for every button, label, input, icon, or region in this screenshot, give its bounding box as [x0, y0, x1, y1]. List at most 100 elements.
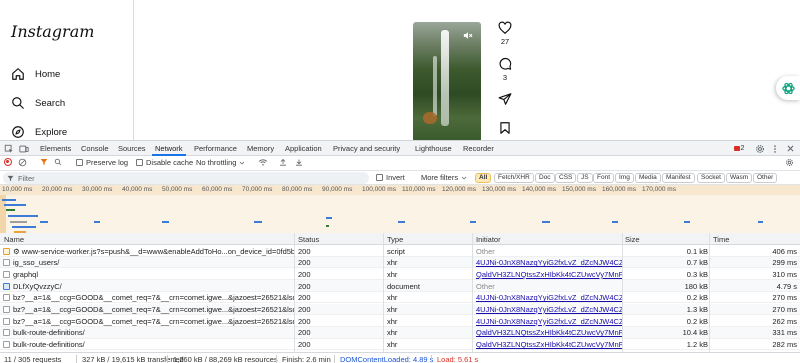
- mute-icon[interactable]: [462, 30, 473, 41]
- request-initiator[interactable]: QaldVH3ZLNQtssZxHIbKk4tCZUwcVy7MnF0Y: [476, 340, 622, 349]
- tab-recorder[interactable]: Recorder: [463, 144, 494, 153]
- invert-checkbox[interactable]: Invert: [376, 173, 405, 182]
- more-filters-dropdown[interactable]: More filters: [421, 173, 467, 182]
- preserve-log-checkbox[interactable]: Preserve log: [76, 158, 128, 167]
- column-divider[interactable]: [622, 233, 623, 352]
- column-divider[interactable]: [294, 233, 295, 352]
- tab-elements[interactable]: Elements: [40, 144, 71, 153]
- tab-network[interactable]: Network: [155, 144, 183, 153]
- overview-tick-label: 160,000 ms: [602, 186, 636, 193]
- chatgpt-extension-button[interactable]: [776, 76, 800, 100]
- nav-explore[interactable]: Explore: [11, 125, 67, 139]
- tab-application[interactable]: Application: [285, 144, 322, 153]
- column-divider[interactable]: [383, 233, 384, 352]
- device-toolbar-icon[interactable]: [18, 143, 29, 154]
- chip-img[interactable]: Img: [615, 173, 634, 183]
- tab-lighthouse[interactable]: Lighthouse: [415, 144, 452, 153]
- checkbox-box: [76, 159, 83, 166]
- table-row[interactable]: ig_sso_users/200 xhr 4UJNi-0JnX8NazqYyiG2f…: [0, 256, 800, 269]
- request-type: xhr: [387, 293, 398, 303]
- request-name[interactable]: graphql: [13, 270, 295, 279]
- request-initiator[interactable]: QaldVH3ZLNQtssZxHIbKk4tCZUwcVy7MnF0Y: [476, 270, 622, 279]
- request-name[interactable]: bulk-route-definitions/: [13, 340, 295, 349]
- request-name[interactable]: ig_sso_users/: [13, 258, 295, 267]
- load-time: Load: 5.61 s: [437, 355, 479, 363]
- chip-fetch-xhr[interactable]: Fetch/XHR: [494, 173, 534, 183]
- table-row[interactable]: bulk-route-definitions/200 xhr QaldVH3ZLNQ…: [0, 326, 800, 339]
- instagram-logo[interactable]: Instagram: [11, 22, 94, 41]
- request-type: xhr: [387, 258, 398, 268]
- inspect-element-icon[interactable]: [3, 143, 14, 154]
- search-network-button[interactable]: [54, 158, 62, 166]
- column-time[interactable]: Time: [713, 235, 729, 244]
- tab-sources[interactable]: Sources: [118, 144, 146, 153]
- request-initiator[interactable]: 4UJNi-0JnX8NazqYyiG2fxLvZ_dZcNJW4CZuE: [476, 305, 622, 314]
- column-status[interactable]: Status: [298, 235, 319, 244]
- chip-media[interactable]: Media: [635, 173, 661, 183]
- request-name[interactable]: bz?__a=1&__ccg=GOOD&__comet_req=7&__crn=…: [13, 317, 295, 326]
- overview-tick-label: 10,000 ms: [2, 186, 33, 193]
- overview-bar: [2, 199, 16, 201]
- table-row[interactable]: ⚙ www-service-worker.js?s=push&__d=www&e…: [0, 245, 800, 257]
- filter-input[interactable]: Filter: [3, 172, 369, 184]
- file-type-icon: [3, 294, 10, 302]
- disable-cache-checkbox[interactable]: Disable cache: [136, 158, 193, 167]
- column-initiator[interactable]: Initiator: [476, 235, 501, 244]
- save-action[interactable]: [497, 121, 513, 137]
- request-initiator[interactable]: 4UJNi-0JnX8NazqYyiG2fxLvZ_dZcNJW4CZuE: [476, 293, 622, 302]
- tab-privacy-security[interactable]: Privacy and security: [333, 144, 400, 153]
- column-size[interactable]: Size: [625, 235, 640, 244]
- chip-doc[interactable]: Doc: [535, 173, 555, 183]
- throttling-select[interactable]: No throttling: [196, 158, 245, 167]
- more-options-icon[interactable]: [769, 143, 780, 154]
- chip-js[interactable]: JS: [577, 173, 593, 183]
- chip-font[interactable]: Font: [593, 173, 615, 183]
- table-row[interactable]: DLfXyQvzzyC/200 document Other 180 kB 4.79 s: [0, 280, 800, 292]
- tab-memory[interactable]: Memory: [247, 144, 274, 153]
- request-name[interactable]: bz?__a=1&__ccg=GOOD&__comet_req=7&__crn=…: [13, 305, 295, 314]
- chip-socket[interactable]: Socket: [697, 173, 725, 183]
- error-badge[interactable]: 2: [731, 143, 747, 154]
- column-divider[interactable]: [472, 233, 473, 352]
- tab-performance[interactable]: Performance: [194, 144, 237, 153]
- import-har-button[interactable]: [279, 158, 287, 167]
- nav-home[interactable]: Home: [11, 67, 60, 81]
- request-name[interactable]: bz?__a=1&__ccg=GOOD&__comet_req=7&__crn=…: [13, 293, 295, 302]
- table-row[interactable]: graphql 200 xhr QaldVH3ZLNQtssZxHIbKk4tCZUw…: [0, 268, 800, 281]
- request-name[interactable]: bulk-route-definitions/: [13, 328, 295, 337]
- like-action[interactable]: 27: [497, 21, 513, 46]
- network-settings-button[interactable]: [785, 158, 794, 167]
- comment-action[interactable]: 3: [497, 57, 513, 82]
- table-row[interactable]: bz?__a=1&__ccg=GOOD&__comet_req=7&__crn=…: [0, 303, 800, 316]
- request-initiator[interactable]: QaldVH3ZLNQtssZxHIbKk4tCZUwcVy7MnF0Y: [476, 328, 622, 337]
- chip-manifest[interactable]: Manifest: [662, 173, 695, 183]
- filter-toggle[interactable]: [40, 158, 48, 166]
- settings-gear-icon[interactable]: [754, 143, 765, 154]
- table-row[interactable]: bulk-route-definitions/200 xhr QaldVH3ZLNQ…: [0, 339, 800, 351]
- reel-video[interactable]: [413, 22, 481, 140]
- network-conditions-button[interactable]: [258, 158, 268, 167]
- chip-wasm[interactable]: Wasm: [726, 173, 753, 183]
- nav-search[interactable]: Search: [11, 96, 65, 110]
- column-name[interactable]: Name: [4, 235, 24, 244]
- column-type[interactable]: Type: [387, 235, 403, 244]
- home-icon: [12, 68, 24, 80]
- table-row[interactable]: bz?__a=1&__ccg=GOOD&__comet_req=7&__crn=…: [0, 315, 800, 327]
- column-divider[interactable]: [709, 233, 710, 352]
- chip-all[interactable]: All: [475, 173, 492, 183]
- chip-css[interactable]: CSS: [555, 173, 577, 183]
- table-row[interactable]: bz?__a=1&__ccg=GOOD&__comet_req=7&__crn=…: [0, 292, 800, 304]
- request-initiator: Other: [476, 281, 495, 291]
- request-size: 180 kB: [684, 281, 708, 291]
- request-initiator[interactable]: 4UJNi-0JnX8NazqYyiG2fxLvZ_dZcNJW4CZuE: [476, 317, 622, 326]
- request-name[interactable]: ⚙ www-service-worker.js?s=push&__d=www&e…: [13, 247, 295, 256]
- request-initiator[interactable]: 4UJNi-0JnX8NazqYyiG2fxLvZ_dZcNJW4CZuE: [476, 258, 622, 267]
- record-button[interactable]: [4, 158, 12, 166]
- close-devtools-icon[interactable]: [785, 143, 796, 154]
- export-har-button[interactable]: [295, 158, 303, 167]
- chip-other[interactable]: Other: [753, 173, 778, 183]
- share-action[interactable]: [497, 92, 513, 108]
- clear-button[interactable]: [18, 158, 27, 167]
- tab-console[interactable]: Console: [81, 144, 109, 153]
- request-name[interactable]: DLfXyQvzzyC/: [13, 282, 295, 291]
